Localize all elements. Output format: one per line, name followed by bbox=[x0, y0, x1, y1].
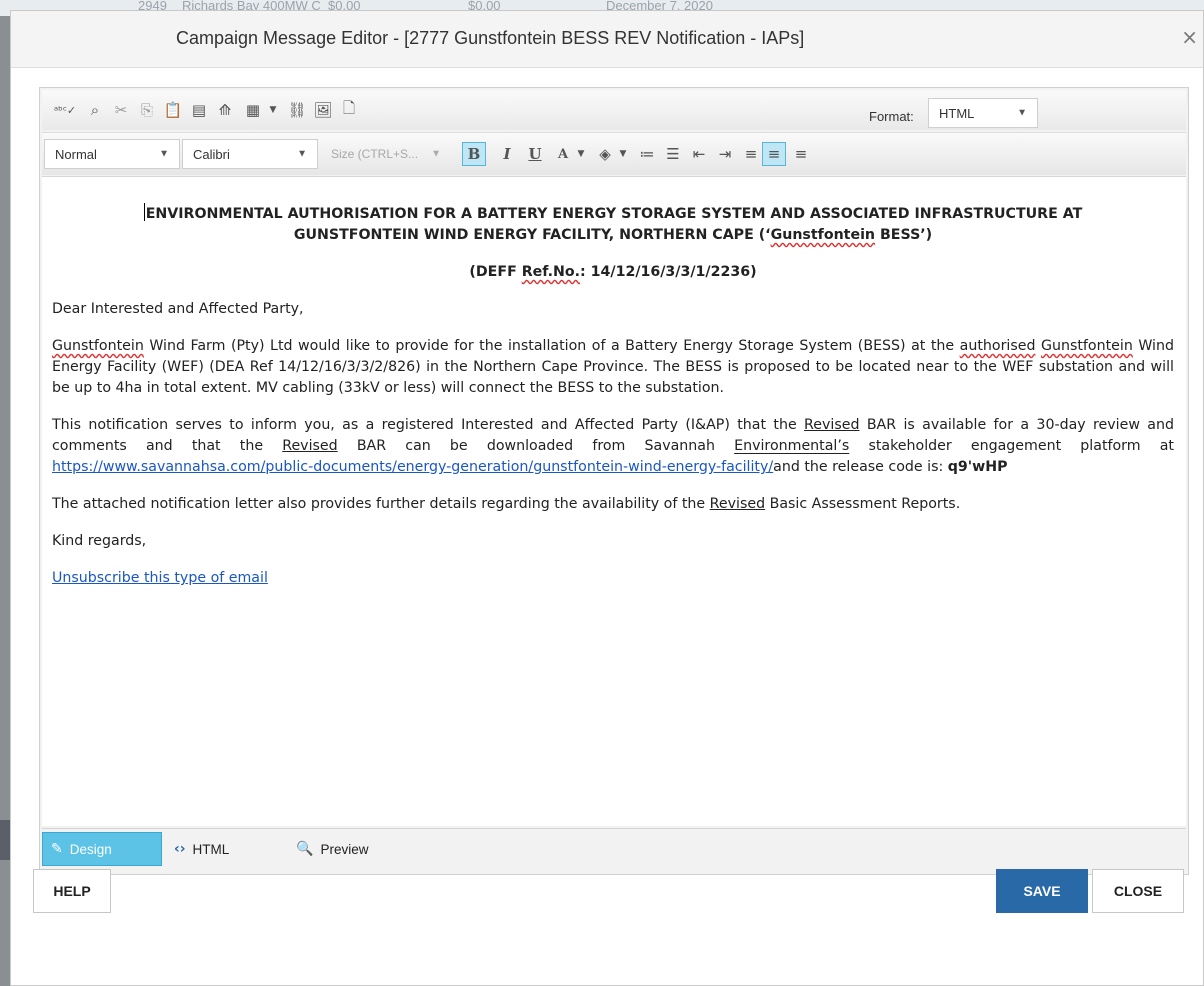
chevron-down-icon: ▼ bbox=[1017, 107, 1027, 119]
code-brackets-icon: ‹› bbox=[174, 841, 186, 857]
p1-spell-3: Gunstfontein bbox=[1041, 338, 1133, 354]
highlight-chevron-down-icon[interactable]: ▼ bbox=[612, 143, 634, 165]
stakeholder-platform-link[interactable]: https://www.savannahsa.com/public-docume… bbox=[52, 459, 773, 475]
p2-text-c: BAR can be downloaded from Savannah bbox=[337, 438, 735, 454]
p3-text-a: The attached notification letter also pr… bbox=[52, 496, 710, 512]
close-button[interactable]: CLOSE bbox=[1092, 869, 1184, 913]
close-icon[interactable]: × bbox=[1181, 27, 1198, 47]
unordered-list-icon[interactable]: ☰ bbox=[662, 143, 684, 165]
table-dropdown-chevron-down-icon[interactable]: ▼ bbox=[262, 99, 284, 121]
editor-mode-tabs: ✎ Design ‹› HTML 🔍 Preview bbox=[42, 828, 1186, 873]
tab-html-label: HTML bbox=[192, 841, 230, 857]
unsubscribe-link[interactable]: Unsubscribe this type of email bbox=[52, 570, 268, 586]
copy-icon[interactable]: ⎘ bbox=[136, 99, 158, 121]
save-button[interactable]: SAVE bbox=[996, 869, 1088, 913]
underline-icon[interactable]: U bbox=[524, 143, 546, 165]
format-label: Format: bbox=[869, 109, 914, 124]
align-left-icon[interactable]: ≡ bbox=[740, 143, 762, 165]
image-icon[interactable]: 🖼 bbox=[312, 99, 334, 121]
greeting: Dear Interested and Affected Party, bbox=[52, 301, 304, 317]
closing: Kind regards, bbox=[52, 533, 147, 549]
paragraph-3: The attached notification letter also pr… bbox=[52, 494, 1174, 515]
indent-icon[interactable]: ⇥ bbox=[714, 143, 736, 165]
insert-symbol-icon[interactable]: ⟰ bbox=[214, 99, 236, 121]
dialog-titlebar: Campaign Message Editor - [2777 Gunstfon… bbox=[11, 11, 1203, 68]
paragraph-2: This notification serves to inform you, … bbox=[52, 415, 1174, 478]
p2-text-e: and the release code is: bbox=[773, 459, 948, 475]
font-color-chevron-down-icon[interactable]: ▼ bbox=[570, 143, 592, 165]
rich-text-editor: ᵃᵇᶜ✓ ⌕ ✂ ⎘ 📋 ▤ ⟰ ▦ ▼ ⛓ 🖼 🗋 Format: HTML … bbox=[39, 87, 1189, 875]
align-right-icon[interactable]: ≡ bbox=[790, 143, 812, 165]
background-edge bbox=[0, 820, 10, 860]
ref-label: Ref.No. bbox=[521, 264, 581, 280]
find-binoculars-icon[interactable]: ⌕ bbox=[84, 99, 106, 121]
spellcheck-icon[interactable]: ᵃᵇᶜ✓ bbox=[54, 99, 76, 121]
cut-icon[interactable]: ✂ bbox=[110, 99, 132, 121]
link-icon[interactable]: ⛓ bbox=[286, 99, 308, 121]
chevron-down-icon: ▼ bbox=[431, 148, 441, 160]
font-name-value: Calibri bbox=[193, 146, 230, 162]
reference-number: (DEFF Ref.No.: 14/12/16/3/3/1/2236) bbox=[52, 262, 1174, 283]
template-icon[interactable]: 🗋 bbox=[338, 99, 360, 121]
font-size-placeholder: Size (CTRL+S... bbox=[331, 147, 419, 161]
p1-text-a: Wind Farm (Pty) Ltd would like to provid… bbox=[143, 338, 960, 354]
heading-line-1: ENVIRONMENTAL AUTHORISATION FOR A BATTER… bbox=[145, 206, 1083, 222]
p3-text-b: Basic Assessment Reports. bbox=[765, 496, 961, 512]
form-icon[interactable]: ▤ bbox=[188, 99, 210, 121]
magnifier-icon: 🔍 bbox=[296, 841, 314, 857]
pencil-icon: ✎ bbox=[51, 841, 63, 857]
paste-icon[interactable]: 📋 bbox=[162, 99, 184, 121]
tab-html[interactable]: ‹› HTML bbox=[166, 832, 266, 866]
tab-design[interactable]: ✎ Design bbox=[42, 832, 162, 866]
table-icon[interactable]: ▦ bbox=[242, 99, 264, 121]
format-select[interactable]: HTML ▼ bbox=[928, 98, 1038, 128]
font-name-select[interactable]: Calibri ▼ bbox=[182, 139, 318, 169]
p1-spell-2: authorised bbox=[959, 338, 1036, 354]
font-size-select[interactable]: Size (CTRL+S... ▼ bbox=[320, 139, 452, 169]
campaign-message-editor-dialog: Campaign Message Editor - [2777 Gunstfon… bbox=[10, 10, 1204, 986]
paragraph-1: Gunstfontein Wind Farm (Pty) Ltd would l… bbox=[52, 336, 1174, 399]
p2-text-d: stakeholder engagement platform at bbox=[849, 438, 1174, 454]
tab-design-label: Design bbox=[69, 841, 112, 857]
ref-prefix: (DEFF bbox=[469, 264, 522, 280]
p2-text-a: This notification serves to inform you, … bbox=[52, 417, 805, 433]
outdent-icon[interactable]: ⇤ bbox=[688, 143, 710, 165]
italic-icon[interactable]: I bbox=[496, 143, 518, 165]
format-select-value: HTML bbox=[939, 105, 975, 121]
chevron-down-icon: ▼ bbox=[297, 148, 307, 160]
chevron-down-icon: ▼ bbox=[159, 148, 169, 160]
heading-line-2-end: BESS’) bbox=[875, 227, 933, 243]
p2-underline-2: Revised bbox=[282, 438, 338, 454]
release-code: q9'wHP bbox=[947, 459, 1008, 475]
unsubscribe-paragraph: Unsubscribe this type of email bbox=[52, 568, 1174, 589]
paragraph-style-value: Normal bbox=[55, 146, 97, 162]
editor-toolbar-format: Normal ▼ Calibri ▼ Size (CTRL+S... ▼ B I… bbox=[42, 132, 1186, 175]
heading-line-2-spellcheck: Gunstfontein bbox=[770, 227, 876, 243]
help-button[interactable]: HELP bbox=[33, 869, 111, 913]
editor-content-area[interactable]: ENVIRONMENTAL AUTHORISATION FOR A BATTER… bbox=[42, 176, 1186, 826]
p3-underline: Revised bbox=[709, 496, 766, 512]
paragraph-style-select[interactable]: Normal ▼ bbox=[44, 139, 180, 169]
p2-spell: Environmental’s bbox=[734, 438, 850, 454]
bold-icon[interactable]: B bbox=[462, 142, 486, 166]
align-center-icon[interactable]: ≡ bbox=[762, 142, 786, 166]
ordered-list-icon[interactable]: ≔ bbox=[636, 143, 658, 165]
heading-line-2: GUNSTFONTEIN WIND ENERGY FACILITY, NORTH… bbox=[293, 227, 771, 243]
ref-value: : 14/12/16/3/3/1/2236) bbox=[580, 264, 757, 280]
message-heading: ENVIRONMENTAL AUTHORISATION FOR A BATTER… bbox=[52, 203, 1174, 246]
tab-preview-label: Preview bbox=[320, 841, 369, 857]
text-cursor bbox=[143, 203, 145, 221]
tab-preview[interactable]: 🔍 Preview bbox=[288, 832, 408, 866]
p2-underline-1: Revised bbox=[804, 417, 860, 433]
p1-spell-1: Gunstfontein bbox=[52, 338, 144, 354]
dialog-title: Campaign Message Editor - [2777 Gunstfon… bbox=[176, 28, 805, 48]
editor-toolbar-top: ᵃᵇᶜ✓ ⌕ ✂ ⎘ 📋 ▤ ⟰ ▦ ▼ ⛓ 🖼 🗋 Format: HTML … bbox=[42, 90, 1186, 130]
